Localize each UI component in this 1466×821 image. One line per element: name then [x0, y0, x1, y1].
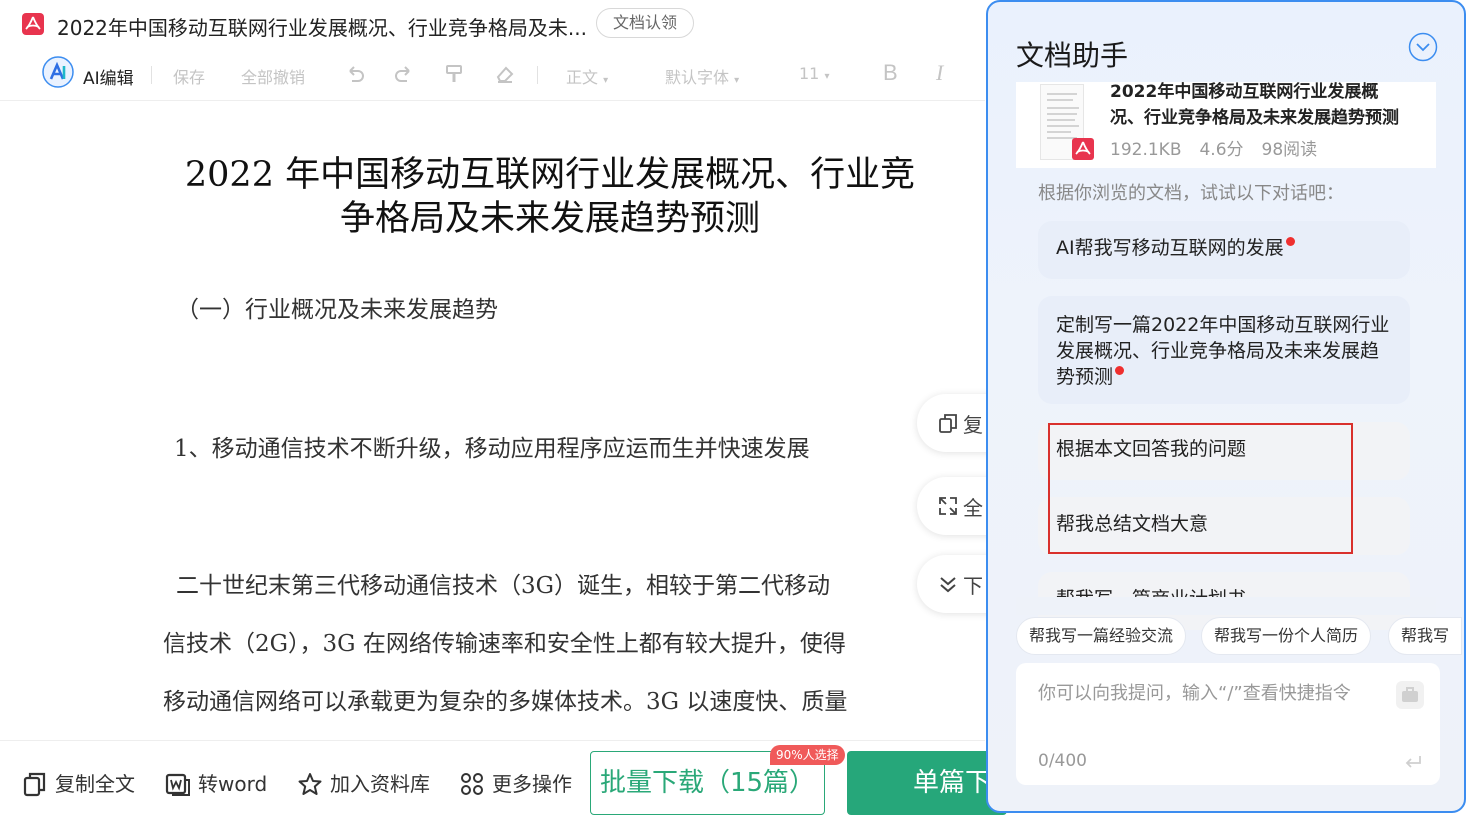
paragraph-line: 二十世纪末第三代移动通信技术（3G）诞生，相较于第二代移动 — [176, 573, 831, 599]
highlight-box — [1048, 423, 1353, 554]
new-dot — [1285, 237, 1295, 246]
read-count: 98阅读 — [1261, 140, 1318, 160]
format-painter-icon[interactable] — [443, 63, 465, 85]
paragraph-style-value: 正文 — [566, 68, 599, 87]
claim-document-button[interactable]: 文档认领 — [596, 8, 694, 38]
document-title: 2022年中国移动互联网行业发展概况、行业竞争格局及未... — [57, 16, 587, 40]
document-heading: 2022 年中国移动互联网行业发展概况、行业竞 争格局及未来发展趋势预测 — [140, 153, 960, 241]
expand-icon — [937, 495, 959, 517]
toolbox-icon[interactable] — [1396, 681, 1424, 709]
send-enter-icon[interactable] — [1402, 751, 1424, 773]
pdf-file-icon — [22, 13, 44, 35]
font-size-value: 11 — [799, 64, 820, 83]
pdf-file-icon — [1072, 138, 1094, 160]
quick-prompt-chip[interactable]: 帮我写 — [1388, 617, 1463, 655]
suggestion-item[interactable]: 定制写一篇2022年中国移动互联网行业发展概况、行业竞争格局及未来发展趋势预测 — [1038, 296, 1410, 404]
scroll-down-float-label: 下 — [963, 574, 983, 598]
ai-edit-button[interactable]: AI编辑 — [83, 64, 134, 89]
list-fade — [1016, 597, 1436, 615]
save-button[interactable]: 保存 — [173, 64, 205, 88]
paragraph-style-select[interactable]: 正文 ▾ — [566, 64, 608, 88]
redo-icon[interactable] — [393, 63, 415, 85]
suggestion-text: AI帮我写移动互联网的发展 — [1056, 237, 1284, 259]
bottom-action-bar: 复制全文 转word 加入资料库 更多操作 批量下载（15篇） 90%人选择 单… — [0, 740, 1007, 821]
copy-all-label: 复制全文 — [55, 772, 135, 796]
star-icon — [297, 771, 323, 797]
chevron-down-icon: ▾ — [734, 75, 740, 86]
more-actions-label: 更多操作 — [492, 772, 572, 796]
double-chevron-down-icon — [937, 573, 959, 595]
copy-icon — [22, 771, 48, 797]
italic-button[interactable]: I — [936, 60, 943, 86]
heading-line: 2022 年中国移动互联网行业发展概况、行业竞 — [184, 155, 916, 195]
undo-icon[interactable] — [344, 63, 366, 85]
card-meta: 192.1KB 4.6分 98阅读 — [1110, 135, 1335, 160]
bold-button[interactable]: B — [883, 60, 898, 86]
document-assistant-panel: 文档助手 2022年中国移动互联网行业发展概况、行业竞争格局及未来发展趋势预测 … — [986, 0, 1466, 813]
divider — [537, 66, 538, 84]
heading-line: 争格局及未来发展趋势预测 — [339, 199, 760, 239]
toolbar-divider — [0, 100, 985, 101]
quick-prompt-chip[interactable]: 帮我写一份个人简历 — [1201, 617, 1372, 655]
top-header: 2022年中国移动互联网行业发展概况、行业竞争格局及未... 文档认领 — [0, 0, 985, 48]
font-select[interactable]: 默认字体 ▾ — [665, 64, 739, 88]
paragraph-line: 信技术（2G），3G 在网络传输速率和安全性上都有较大提升，使得 — [163, 631, 846, 657]
quick-prompt-chip[interactable]: 帮我写一篇经验交流 — [1016, 617, 1187, 655]
character-count: 0/400 — [1038, 751, 1087, 771]
font-size-select[interactable]: 11 ▾ — [799, 64, 829, 83]
add-to-library-label: 加入资料库 — [330, 772, 430, 796]
suggestion-item[interactable]: AI帮我写移动互联网的发展 — [1038, 221, 1410, 279]
input-placeholder: 你可以向我提问，输入“/”查看快捷指令 — [1038, 683, 1351, 704]
grid-icon — [459, 771, 485, 797]
chevron-down-icon: ▾ — [824, 71, 830, 82]
rating: 4.6分 — [1199, 140, 1244, 160]
divider — [151, 66, 152, 84]
document-card[interactable]: 2022年中国移动互联网行业发展概况、行业竞争格局及未来发展趋势预测 192.1… — [1016, 82, 1436, 168]
copy-float-label: 复 — [963, 413, 983, 437]
question-input[interactable]: 你可以向我提问，输入“/”查看快捷指令 0/400 — [1016, 663, 1440, 785]
batch-badge: 90%人选择 — [770, 745, 845, 765]
chevron-down-icon: ▾ — [603, 75, 609, 86]
ai-logo-icon[interactable] — [42, 56, 74, 88]
section-heading: （一）行业概况及未来发展趋势 — [176, 297, 498, 323]
single-download-button[interactable]: 单篇下 — [847, 751, 1007, 815]
fullscreen-float-label: 全 — [963, 496, 983, 520]
undo-all-button[interactable]: 全部撤销 — [241, 64, 305, 88]
suggestion-hint: 根据你浏览的文档，试试以下对话吧： — [1038, 183, 1344, 204]
subheading: 1、移动通信技术不断升级，移动应用程序应运而生并快速发展 — [174, 436, 810, 462]
copy-icon — [937, 412, 959, 434]
new-dot — [1115, 366, 1125, 375]
collapse-chevron-icon[interactable] — [1408, 32, 1438, 62]
panel-title: 文档助手 — [1016, 39, 1129, 72]
file-size: 192.1KB — [1110, 140, 1182, 160]
paragraph-line: 移动通信网络可以承载更为复杂的多媒体技术。3G 以速度快、质量 — [163, 689, 848, 715]
eraser-icon[interactable] — [494, 63, 516, 85]
card-title: 2022年中国移动互联网行业发展概况、行业竞争格局及未来发展趋势预测 — [1110, 82, 1399, 128]
suggestion-text: 定制写一篇2022年中国移动互联网行业发展概况、行业竞争格局及未来发展趋势预测 — [1056, 314, 1390, 388]
to-word-label: 转word — [198, 772, 268, 796]
font-value: 默认字体 — [665, 68, 730, 87]
word-icon — [165, 771, 191, 797]
